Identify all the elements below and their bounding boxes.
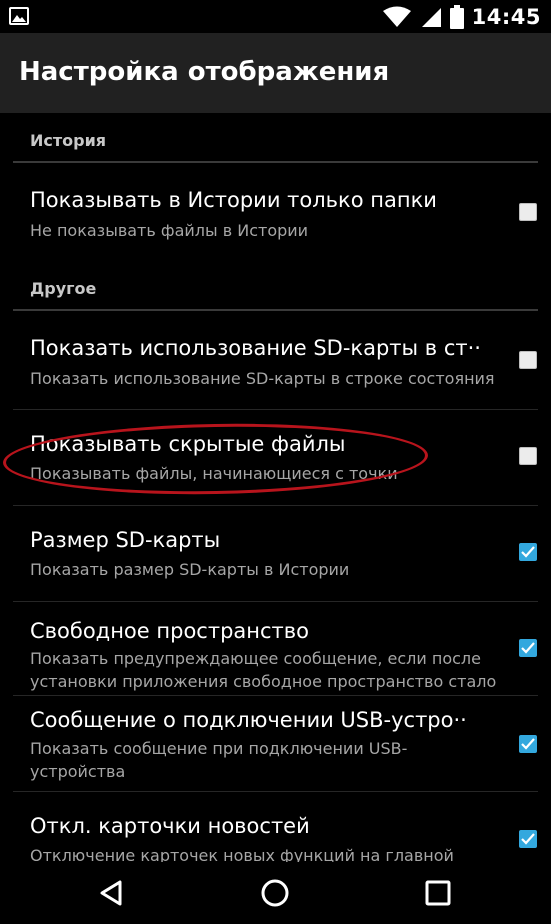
back-icon bbox=[100, 880, 122, 906]
recents-button[interactable] bbox=[398, 862, 478, 924]
setting-disable-news-cards[interactable]: Откл. карточки новостей Отключение карто… bbox=[0, 792, 551, 862]
back-button[interactable] bbox=[72, 862, 152, 924]
check-icon bbox=[521, 546, 535, 558]
setting-title: Размер SD-карты bbox=[30, 528, 221, 552]
checkbox[interactable] bbox=[519, 735, 537, 753]
setting-free-space[interactable]: Свободное пространство Показать предупре… bbox=[0, 602, 551, 695]
category-header-history: История bbox=[30, 131, 107, 150]
checkbox[interactable] bbox=[519, 639, 537, 657]
setting-sd-usage-statusbar[interactable]: Показать использование SD-карты в ст·· П… bbox=[0, 313, 551, 408]
navigation-bar bbox=[0, 862, 551, 924]
category-header-other: Другое bbox=[30, 279, 97, 298]
setting-title: Откл. карточки новостей bbox=[30, 814, 310, 838]
category-divider bbox=[13, 161, 538, 163]
setting-summary: Не показывать файлы в Истории bbox=[30, 221, 309, 240]
setting-title: Показывать скрытые файлы bbox=[30, 432, 346, 456]
setting-summary: Отключение карточек новых функций на гла… bbox=[30, 846, 454, 862]
setting-summary: Показать предупреждающее сообщение, если… bbox=[30, 649, 497, 691]
home-icon bbox=[261, 879, 289, 907]
checkbox[interactable] bbox=[519, 351, 537, 369]
checkbox[interactable] bbox=[519, 447, 537, 465]
category-divider bbox=[13, 309, 538, 311]
setting-summary: Показывать файлы, начинающиеся с точки bbox=[30, 464, 398, 483]
setting-show-hidden-files[interactable]: Показывать скрытые файлы Показывать файл… bbox=[0, 410, 551, 505]
status-bar: 14:45 bbox=[0, 0, 551, 33]
setting-usb-connect-message[interactable]: Сообщение о подключении USB-устро·· Пока… bbox=[0, 696, 551, 791]
battery-icon bbox=[449, 4, 464, 29]
setting-history-folders-only[interactable]: Показывать в Истории только папки Не пок… bbox=[0, 165, 551, 260]
checkbox[interactable] bbox=[519, 203, 537, 221]
check-icon bbox=[521, 642, 535, 654]
setting-title: Показывать в Истории только папки bbox=[30, 188, 437, 212]
setting-summary: Показать сообщение при подключении USB-у… bbox=[30, 739, 408, 781]
setting-title: Свободное пространство bbox=[30, 619, 309, 643]
checkbox[interactable] bbox=[519, 830, 537, 848]
setting-title: Показать использование SD-карты в ст·· bbox=[30, 336, 481, 360]
page-title: Настройка отображения bbox=[19, 57, 390, 87]
app-bar: Настройка отображения bbox=[0, 33, 551, 113]
signal-icon bbox=[421, 7, 441, 27]
recents-icon bbox=[425, 880, 451, 906]
checkbox[interactable] bbox=[519, 543, 537, 561]
status-time: 14:45 bbox=[471, 4, 541, 29]
check-icon bbox=[521, 833, 535, 845]
home-button[interactable] bbox=[235, 862, 315, 924]
gallery-icon bbox=[9, 7, 29, 25]
settings-list[interactable]: История Показывать в Истории только папк… bbox=[0, 113, 551, 862]
setting-sd-card-size[interactable]: Размер SD-карты Показать размер SD-карты… bbox=[0, 506, 551, 601]
setting-summary: Показать использование SD-карты в строке… bbox=[30, 369, 495, 388]
status-icons: 14:45 bbox=[382, 0, 541, 33]
setting-title: Сообщение о подключении USB-устро·· bbox=[30, 708, 467, 732]
wifi-icon bbox=[382, 6, 411, 27]
setting-summary: Показать размер SD-карты в Истории bbox=[30, 560, 350, 579]
check-icon bbox=[521, 738, 535, 750]
